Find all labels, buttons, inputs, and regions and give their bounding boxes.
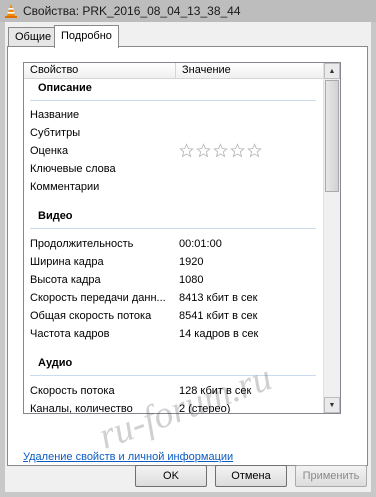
list-header: Свойство Значение — [24, 63, 324, 79]
property-value: 8541 кбит в сек — [179, 310, 258, 322]
property-value: 1080 — [179, 274, 204, 286]
property-value: 128 кбит в сек — [179, 385, 252, 397]
column-header-value[interactable]: Значение — [176, 63, 330, 78]
property-name: Комментарии — [30, 181, 100, 193]
section-label: Аудио — [38, 357, 73, 369]
dialog-client: Общие Подробно Свойство Значение Описани… — [5, 22, 371, 492]
star-icon[interactable] — [213, 143, 228, 158]
section-description: Описание — [24, 79, 324, 103]
arrow-up-icon: ▲ — [328, 67, 336, 75]
property-name: Ключевые слова — [30, 163, 116, 175]
scroll-thumb[interactable] — [325, 80, 339, 192]
property-name: Оценка — [30, 145, 69, 157]
section-audio: Аудио — [24, 354, 324, 378]
property-value: 00:01:00 — [179, 238, 222, 250]
star-icon[interactable] — [230, 143, 245, 158]
star-icon[interactable] — [247, 143, 262, 158]
property-name: Высота кадра — [30, 274, 101, 286]
vertical-scrollbar[interactable]: ▲ ▼ — [323, 63, 340, 413]
details-panel: Свойство Значение Описание Название Субт… — [7, 46, 368, 466]
properties-list[interactable]: Свойство Значение Описание Название Субт… — [23, 62, 341, 414]
property-value: 8413 кбит в сек — [179, 292, 258, 304]
scroll-down-button[interactable]: ▼ — [324, 397, 340, 413]
remove-properties-link[interactable]: Удаление свойств и личной информации — [23, 451, 233, 463]
property-value: 2 (стерео) — [179, 403, 231, 414]
property-name: Каналы, количество — [30, 403, 133, 414]
star-icon[interactable] — [179, 143, 194, 158]
column-header-property[interactable]: Свойство — [24, 63, 176, 78]
section-label: Видео — [38, 210, 73, 222]
property-name: Общая скорость потока — [30, 310, 152, 322]
rating-stars[interactable] — [179, 143, 262, 158]
property-name: Субтитры — [30, 127, 81, 139]
property-name: Скорость потока — [30, 385, 115, 397]
vlc-cone-icon — [5, 4, 17, 18]
section-label: Описание — [38, 82, 92, 94]
star-icon[interactable] — [196, 143, 211, 158]
property-value: 14 кадров в сек — [179, 328, 259, 340]
property-name: Скорость передачи данн... — [30, 292, 166, 304]
section-divider — [30, 375, 316, 376]
section-video: Видео — [24, 207, 324, 231]
tab-details[interactable]: Подробно — [54, 25, 119, 48]
property-name: Название — [30, 109, 80, 121]
property-name: Ширина кадра — [30, 256, 104, 268]
property-name: Продолжительность — [30, 238, 134, 250]
property-value: 1920 — [179, 256, 204, 268]
window-title: Свойства: PRK_2016_08_04_13_38_44 — [23, 4, 241, 18]
arrow-down-icon: ▼ — [328, 401, 336, 409]
section-divider — [30, 100, 316, 101]
ok-button[interactable]: OK — [135, 465, 207, 487]
cancel-button[interactable]: Отмена — [215, 465, 287, 487]
title-bar[interactable]: Свойства: PRK_2016_08_04_13_38_44 — [0, 0, 376, 22]
tab-general[interactable]: Общие — [8, 27, 59, 46]
apply-button[interactable]: Применить — [295, 465, 367, 487]
list-body: Описание Название Субтитры Оценка Ключев… — [24, 79, 324, 413]
property-name: Частота кадров — [30, 328, 110, 340]
section-divider — [30, 228, 316, 229]
scroll-up-button[interactable]: ▲ — [324, 63, 340, 79]
